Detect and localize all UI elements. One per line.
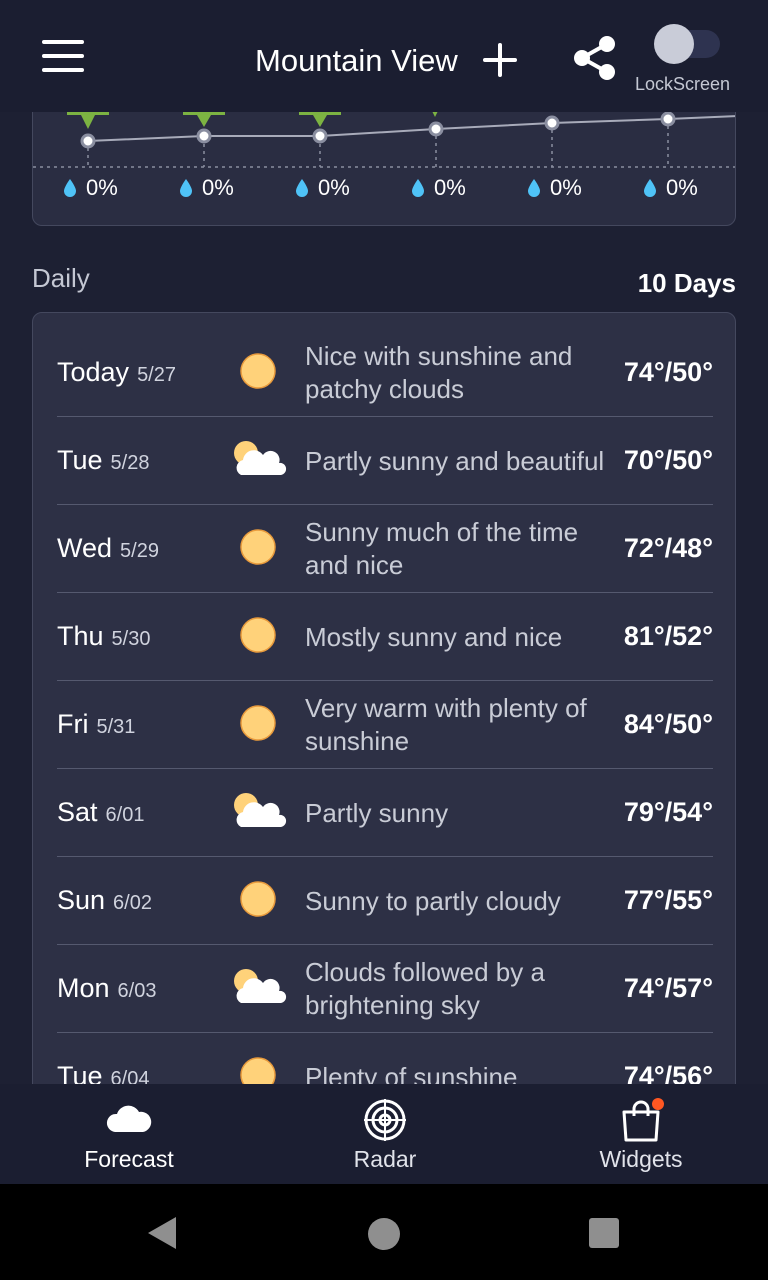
day-name: Fri 5/31 xyxy=(57,709,135,740)
day-description: Sunny much of the time and nice xyxy=(305,517,579,580)
lockscreen-toggle[interactable] xyxy=(652,24,722,64)
day-label: Fri xyxy=(57,709,89,739)
raindrop-icon xyxy=(180,179,192,197)
nav-label: Radar xyxy=(353,1146,417,1172)
daily-row[interactable]: Fri 5/31 Very warm with plenty of sunshine… xyxy=(57,681,713,769)
day-label: Today xyxy=(57,357,130,387)
precip-item: 0% xyxy=(410,174,466,202)
daily-row[interactable]: Wed 5/29 Sunny much of the time and nice 72… xyxy=(57,505,713,593)
day-description: Clouds followed by a brightening sky xyxy=(305,957,545,1020)
day-date: 5/29 xyxy=(120,540,159,562)
bottom-navigation: Forecast Radar Widgets xyxy=(0,1084,768,1184)
top-app-bar: Mountain View LockScreen xyxy=(0,0,768,112)
day-label: Sun xyxy=(57,885,106,915)
day-temperature: 74°/57° xyxy=(623,973,713,1003)
sun-icon xyxy=(229,611,287,659)
day-description: Nice with sunshine and patchy clouds xyxy=(305,341,573,404)
day-date: 5/31 xyxy=(96,716,136,738)
daily-row[interactable]: Today 5/27 Nice with sunshine and patchy c… xyxy=(57,329,713,417)
share-icon[interactable] xyxy=(570,34,620,82)
day-date: 5/27 xyxy=(137,364,176,386)
city-title[interactable]: Mountain View xyxy=(255,43,458,79)
partly-cloudy-icon xyxy=(229,963,287,1011)
plus-icon[interactable] xyxy=(480,40,520,80)
day-temperature: 84°/50° xyxy=(623,709,713,739)
day-date: 5/28 xyxy=(110,452,150,474)
daily-row[interactable]: Sat 6/01 Partly sunny 79°/54° xyxy=(57,769,713,857)
sun-icon xyxy=(229,699,287,747)
day-name: Tue 5/28 xyxy=(57,445,149,476)
cloud-icon xyxy=(106,1105,152,1132)
day-temperature: 72°/48° xyxy=(623,533,713,563)
day-label: Mon xyxy=(57,973,110,1003)
sun-icon xyxy=(229,523,287,571)
day-name: Today 5/27 xyxy=(57,357,176,388)
sun-icon xyxy=(229,347,287,395)
daily-row[interactable]: Sun 6/02 Sunny to partly cloudy 77°/55° xyxy=(57,857,713,945)
daily-row[interactable]: Mon 6/03 Clouds followed by a brightening … xyxy=(57,945,713,1033)
day-description: Partly sunny xyxy=(305,797,449,828)
notification-badge xyxy=(652,1098,664,1110)
day-date: 5/30 xyxy=(111,628,151,650)
daily-row[interactable]: Tue 5/28 Partly sunny and beautiful 70°/50° xyxy=(57,417,713,505)
recent-apps-icon[interactable] xyxy=(589,1218,619,1248)
nav-widgets[interactable]: Widgets xyxy=(513,1084,768,1184)
day-temperature: 70°/50° xyxy=(623,445,713,475)
day-date: 6/03 xyxy=(117,980,157,1002)
raindrop-icon xyxy=(412,179,424,197)
day-name: Mon 6/03 xyxy=(57,973,156,1004)
home-icon[interactable] xyxy=(368,1218,400,1250)
day-date: 6/01 xyxy=(105,804,145,826)
day-name: Sun 6/02 xyxy=(57,885,152,916)
daily-section-title: Daily xyxy=(32,263,90,293)
lockscreen-label: LockScreen xyxy=(635,74,731,94)
daily-forecast-card: Today 5/27 Nice with sunshine and patchy c… xyxy=(32,312,736,1112)
precip-value: 0% xyxy=(86,175,118,200)
raindrop-icon xyxy=(296,179,308,197)
precip-value: 0% xyxy=(550,175,582,200)
day-name: Wed 5/29 xyxy=(57,533,159,564)
radar-icon xyxy=(364,1099,406,1141)
raindrop-icon xyxy=(644,179,656,197)
precip-value: 0% xyxy=(434,175,466,200)
day-description: Mostly sunny and nice xyxy=(305,621,563,652)
day-description: Partly sunny and beautiful xyxy=(305,445,605,476)
sun-icon xyxy=(229,875,287,923)
precip-item: 0% xyxy=(526,174,582,202)
hamburger-menu-icon[interactable] xyxy=(40,40,88,74)
raindrop-icon xyxy=(528,179,540,197)
day-date: 6/02 xyxy=(113,892,152,914)
partly-cloudy-icon xyxy=(229,787,287,835)
day-description: Very warm with plenty of sunshine xyxy=(305,693,587,756)
nav-label: Widgets xyxy=(599,1146,683,1172)
nav-radar[interactable]: Radar xyxy=(257,1084,513,1184)
day-label: Tue xyxy=(57,445,103,475)
precip-item: 0% xyxy=(62,174,118,202)
day-description: Sunny to partly cloudy xyxy=(305,885,561,916)
day-name: Sat 6/01 xyxy=(57,797,144,828)
day-temperature: 81°/52° xyxy=(623,621,713,651)
daily-row[interactable]: Thu 5/30 Mostly sunny and nice 81°/52° xyxy=(57,593,713,681)
day-label: Thu xyxy=(57,621,104,651)
ten-days-button[interactable]: 10 Days xyxy=(638,268,736,299)
precip-item: 0% xyxy=(178,174,234,202)
day-temperature: 77°/55° xyxy=(623,885,713,915)
back-icon[interactable] xyxy=(146,1216,178,1250)
precip-item: 0% xyxy=(642,174,698,202)
precip-value: 0% xyxy=(202,175,234,200)
partly-cloudy-icon xyxy=(229,435,287,483)
precip-item: 0% xyxy=(294,174,350,202)
raindrop-icon xyxy=(64,179,76,197)
shopping-bag-icon xyxy=(622,1098,664,1142)
day-temperature: 74°/50° xyxy=(623,357,713,387)
day-label: Wed xyxy=(57,533,113,563)
day-label: Sat xyxy=(57,797,98,827)
day-name: Thu 5/30 xyxy=(57,621,150,652)
precip-value: 0% xyxy=(666,175,698,200)
nav-label: Forecast xyxy=(84,1146,174,1172)
nav-forecast[interactable]: Forecast xyxy=(1,1084,257,1184)
precip-value: 0% xyxy=(318,175,350,200)
day-temperature: 79°/54° xyxy=(623,797,713,827)
system-navigation-bar xyxy=(0,1184,768,1280)
